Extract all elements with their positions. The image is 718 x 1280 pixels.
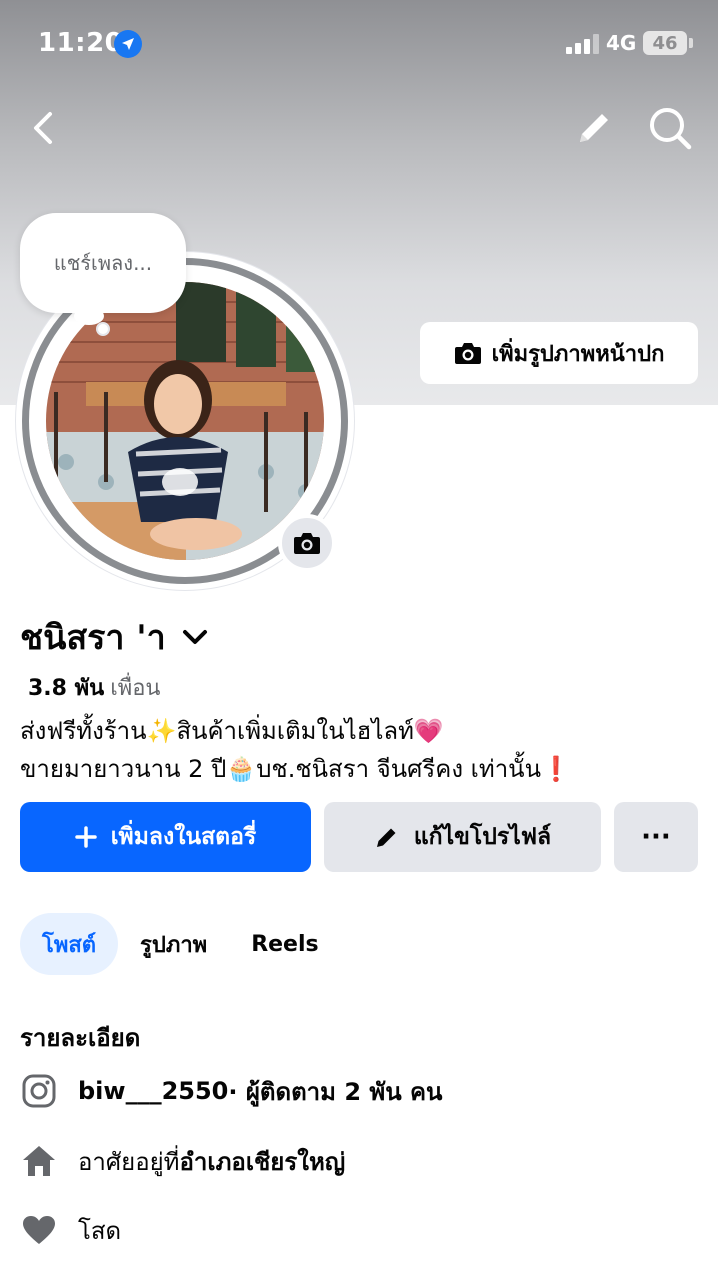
friends-count-value: 3.8 พัน bbox=[28, 676, 105, 701]
instagram-handle: biw___2550 bbox=[78, 1077, 229, 1105]
tab-reels[interactable]: Reels bbox=[229, 913, 340, 975]
pencil-icon bbox=[580, 114, 608, 142]
change-profile-photo-button[interactable] bbox=[278, 514, 336, 572]
network-type: 4G bbox=[606, 31, 637, 55]
more-options-button[interactable]: ··· bbox=[614, 802, 698, 872]
plus-icon bbox=[74, 826, 97, 848]
status-bar: 11:20 4G 46 bbox=[0, 0, 718, 88]
tab-posts[interactable]: โพสต์ bbox=[20, 913, 119, 975]
heart-icon bbox=[20, 1211, 58, 1249]
profile-tabs: โพสต์ รูปภาพ Reels bbox=[20, 913, 341, 975]
add-cover-photo-button[interactable]: เพิ่มรูปภาพหน้าปก bbox=[420, 322, 698, 384]
status-time: 11:20 bbox=[38, 28, 124, 58]
camera-icon bbox=[294, 533, 320, 554]
detail-relationship[interactable]: โสด bbox=[20, 1207, 121, 1253]
bio-line-2: ขายมายาวนาน 2 ปี🧁บช.ชนิสรา จีนศรีคง เท่า… bbox=[20, 755, 571, 783]
note-bubble-tail-dot bbox=[96, 322, 110, 336]
cellular-signal-icon bbox=[566, 34, 602, 54]
battery-level: 46 bbox=[643, 31, 687, 55]
note-bubble-text: แชร์เพลง... bbox=[53, 251, 153, 275]
add-to-story-button[interactable]: เพิ่มลงในสตอรี่ bbox=[20, 802, 311, 872]
location-arrow-icon bbox=[114, 30, 142, 58]
detail-instagram[interactable]: biw___2550 · ผู้ติดตาม 2 พัน คน bbox=[20, 1068, 442, 1114]
note-bubble[interactable]: แชร์เพลง... bbox=[20, 213, 186, 313]
camera-icon bbox=[454, 343, 481, 364]
friends-label: เพื่อน bbox=[110, 676, 161, 701]
add-to-story-label: เพิ่มลงในสตอรี่ bbox=[110, 824, 257, 850]
lives-in-label: อาศัยอยู่ที่ bbox=[78, 1147, 180, 1176]
details-heading: รายละเอียด bbox=[20, 1024, 141, 1052]
friends-count[interactable]: 3.8 พัน เพื่อน bbox=[28, 670, 160, 705]
profile-bio: ส่งฟรีทั้งร้าน✨สินค้าเพิ่มเติมในไฮไลท์💗 … bbox=[20, 712, 571, 788]
edit-profile-label: แก้ไขโปรไฟล์ bbox=[413, 824, 552, 850]
detail-lives-in[interactable]: อาศัยอยู่ที่ อำเภอเชียรใหญ่ bbox=[20, 1138, 345, 1184]
edit-button[interactable] bbox=[572, 106, 616, 150]
edit-profile-button[interactable]: แก้ไขโปรไฟล์ bbox=[324, 802, 601, 872]
lives-in-place: อำเภอเชียรใหญ่ bbox=[179, 1147, 346, 1176]
profile-name: ชนิสรา 'า bbox=[20, 618, 166, 658]
relationship-status: โสด bbox=[78, 1216, 122, 1245]
bio-line-1: ส่งฟรีทั้งร้าน✨สินค้าเพิ่มเติมในไฮไลท์💗 bbox=[20, 717, 444, 745]
instagram-followers: · ผู้ติดตาม 2 พัน คน bbox=[228, 1077, 443, 1106]
battery-tip bbox=[689, 38, 693, 48]
back-button[interactable] bbox=[22, 106, 66, 150]
more-icon: ··· bbox=[641, 822, 671, 852]
search-icon bbox=[650, 108, 692, 150]
add-cover-photo-label: เพิ่มรูปภาพหน้าปก bbox=[491, 341, 665, 367]
profile-actions: เพิ่มลงในสตอรี่ แก้ไขโปรไฟล์ ··· bbox=[20, 802, 698, 872]
chevron-left-icon bbox=[34, 112, 52, 144]
instagram-icon bbox=[20, 1072, 58, 1110]
chevron-down-icon bbox=[182, 630, 207, 644]
tab-photos[interactable]: รูปภาพ bbox=[118, 913, 229, 975]
search-button[interactable] bbox=[646, 104, 694, 152]
pencil-icon bbox=[376, 828, 396, 847]
profile-name-row[interactable]: ชนิสรา 'า bbox=[20, 610, 210, 664]
home-icon bbox=[20, 1142, 58, 1180]
